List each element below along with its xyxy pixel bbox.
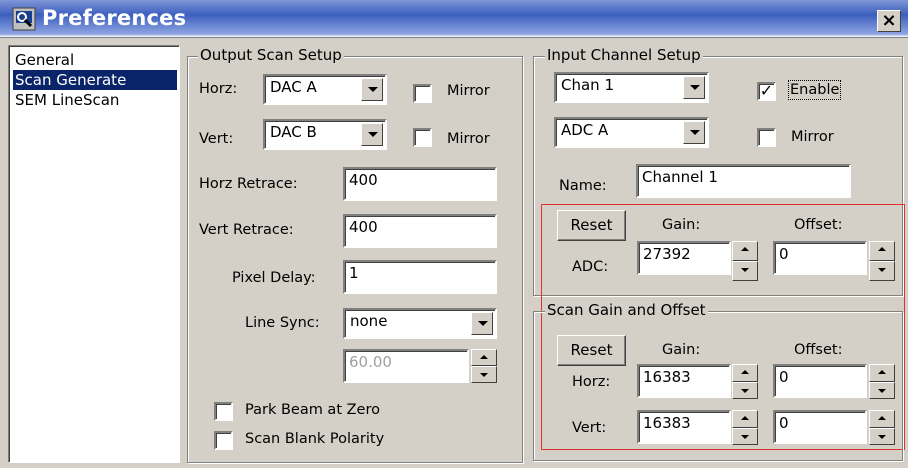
chevron-down-icon[interactable] <box>361 123 383 146</box>
spin-up-icon[interactable] <box>732 410 758 428</box>
window-title: Preferences <box>42 6 187 30</box>
category-list[interactable]: General Scan Generate SEM LineScan <box>8 45 180 463</box>
horz-mirror-checkbox[interactable] <box>413 84 432 103</box>
adc-gain-input[interactable]: 27392 <box>637 241 731 275</box>
scan-reset-button[interactable]: Reset <box>557 335 626 366</box>
chevron-down-icon[interactable] <box>471 312 493 335</box>
scan-vert-offset-spinner[interactable] <box>869 410 895 445</box>
adc-offset-input[interactable]: 0 <box>773 241 867 275</box>
horz-output-select[interactable]: DAC A <box>263 74 387 105</box>
spin-up-icon[interactable] <box>732 241 758 261</box>
adc-select[interactable]: ADC A <box>554 117 709 148</box>
vert-output-value: DAC B <box>270 123 317 141</box>
park-beam-label: Park Beam at Zero <box>245 402 380 418</box>
scan-gain-offset-legend: Scan Gain and Offset <box>545 301 708 319</box>
spin-down-icon[interactable] <box>732 427 758 445</box>
adc-value: ADC A <box>561 121 609 139</box>
adc-gain-header: Gain: <box>662 217 701 233</box>
horz-retrace-input[interactable]: 400 <box>343 167 497 201</box>
scan-gain-header: Gain: <box>662 342 701 358</box>
input-mirror-label: Mirror <box>791 129 834 145</box>
scan-vert-gain-input[interactable]: 16383 <box>637 410 731 444</box>
channel-value: Chan 1 <box>561 76 614 94</box>
enable-checkbox[interactable]: ✓ <box>757 82 776 101</box>
scan-vert-offset-input[interactable]: 0 <box>773 410 867 444</box>
spin-up-icon[interactable] <box>732 364 758 382</box>
nav-item-sem-linescan[interactable]: SEM LineScan <box>13 90 177 110</box>
input-mirror-checkbox[interactable] <box>757 128 776 147</box>
spin-down-icon[interactable] <box>732 381 758 399</box>
scan-vert-gain-spinner[interactable] <box>732 410 758 445</box>
preferences-app-icon <box>12 7 36 31</box>
close-button[interactable]: × <box>877 10 901 32</box>
vert-mirror-label: Mirror <box>447 131 490 147</box>
vert-output-select[interactable]: DAC B <box>263 119 387 150</box>
scan-blank-label: Scan Blank Polarity <box>245 431 385 447</box>
adc-reset-button[interactable]: Reset <box>557 210 626 241</box>
channel-select[interactable]: Chan 1 <box>554 72 709 103</box>
scan-vert-label: Vert: <box>572 420 607 436</box>
vert-retrace-label: Vert Retrace: <box>199 222 294 238</box>
spin-up-icon[interactable] <box>869 241 895 261</box>
title-bar[interactable]: Preferences × <box>0 0 908 38</box>
chevron-down-icon[interactable] <box>683 121 705 144</box>
park-beam-checkbox[interactable] <box>214 402 233 421</box>
line-sync-select[interactable]: none <box>343 308 497 339</box>
line-sync-label: Line Sync: <box>245 315 320 331</box>
nav-item-scan-generate[interactable]: Scan Generate <box>13 70 177 90</box>
channel-name-input[interactable]: Channel 1 <box>636 164 851 198</box>
scan-horz-offset-spinner[interactable] <box>869 364 895 399</box>
enable-label: Enable <box>787 80 842 100</box>
adc-offset-spinner[interactable] <box>869 241 895 281</box>
vert-retrace-input[interactable]: 400 <box>343 214 497 248</box>
vert-mirror-checkbox[interactable] <box>413 128 432 147</box>
horz-output-value: DAC A <box>270 78 317 96</box>
adc-gain-spinner[interactable] <box>732 241 758 281</box>
close-icon: × <box>881 10 897 31</box>
horz-retrace-label: Horz Retrace: <box>199 176 298 192</box>
output-scan-setup-legend: Output Scan Setup <box>198 46 344 64</box>
input-channel-setup-legend: Input Channel Setup <box>545 46 703 64</box>
spin-down-icon[interactable] <box>869 381 895 399</box>
scan-blank-checkbox[interactable] <box>214 431 233 450</box>
scan-horz-label: Horz: <box>572 374 611 390</box>
channel-name-label: Name: <box>559 178 607 194</box>
spin-down-icon[interactable] <box>732 261 758 281</box>
adc-label: ADC: <box>572 259 609 275</box>
line-sync-frequency-spinner[interactable] <box>471 349 497 383</box>
spin-down-icon[interactable] <box>869 261 895 281</box>
spin-up-icon[interactable] <box>471 349 497 366</box>
scan-horz-gain-spinner[interactable] <box>732 364 758 399</box>
spin-up-icon[interactable] <box>869 410 895 428</box>
scan-horz-offset-input[interactable]: 0 <box>773 364 867 398</box>
vert-output-label: Vert: <box>199 131 234 147</box>
horz-output-label: Horz: <box>199 81 238 97</box>
spin-down-icon[interactable] <box>471 366 497 383</box>
scan-horz-gain-input[interactable]: 16383 <box>637 364 731 398</box>
line-sync-frequency-input[interactable]: 60.00 <box>343 349 469 383</box>
chevron-down-icon[interactable] <box>683 76 705 99</box>
pixel-delay-input[interactable]: 1 <box>343 260 497 294</box>
adc-offset-header: Offset: <box>794 217 843 233</box>
chevron-down-icon[interactable] <box>361 78 383 101</box>
pixel-delay-label: Pixel Delay: <box>232 270 316 286</box>
nav-item-general[interactable]: General <box>13 50 177 70</box>
spin-up-icon[interactable] <box>869 364 895 382</box>
scan-offset-header: Offset: <box>794 342 843 358</box>
line-sync-value: none <box>350 312 388 330</box>
spin-down-icon[interactable] <box>869 427 895 445</box>
horz-mirror-label: Mirror <box>447 83 490 99</box>
